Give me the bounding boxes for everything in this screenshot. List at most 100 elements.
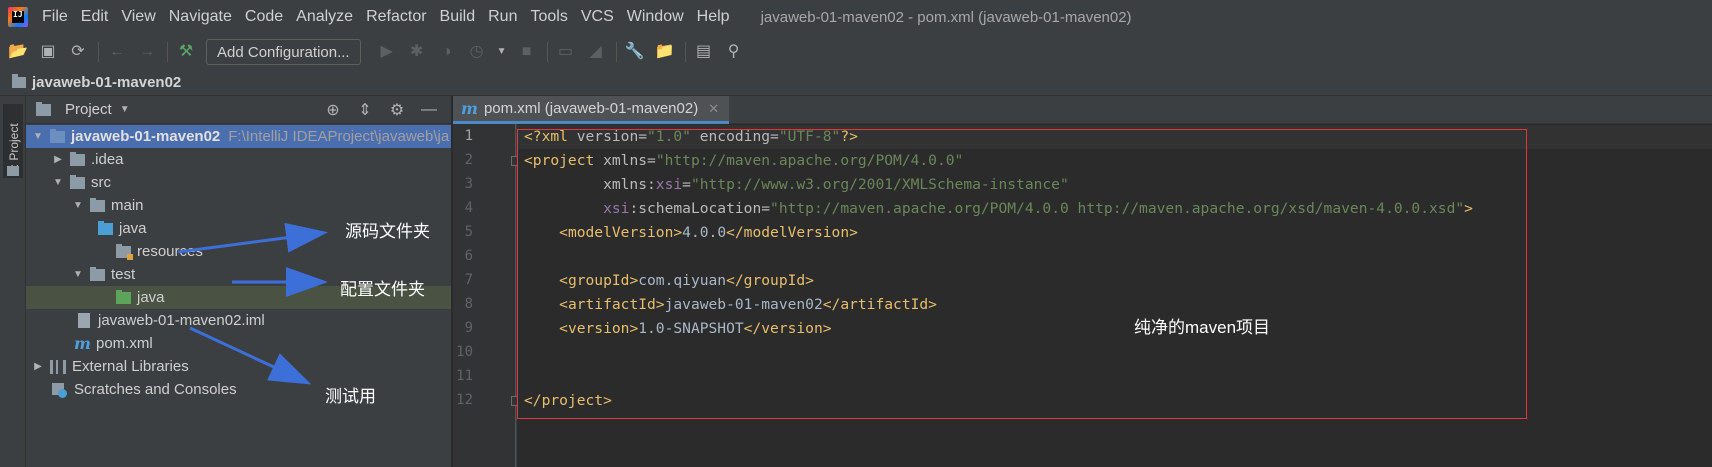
code-line-9: <version>1.0-SNAPSHOT</version> [559, 320, 832, 337]
line-number: 10 [456, 344, 473, 360]
tree-item-label: javaweb-01-maven02 [71, 128, 221, 145]
line-number: 7 [464, 272, 473, 288]
chevron-down-icon[interactable]: ▼ [72, 200, 84, 211]
menu-window[interactable]: Window [627, 8, 684, 26]
attach-debugger-icon[interactable]: ▭ [556, 42, 576, 62]
profile-icon[interactable]: ◷ [467, 42, 487, 62]
source-root-folder-icon [98, 220, 113, 235]
tree-item-path: F:\IntelliJ IDEAProject\javaweb\ja [228, 128, 450, 145]
line-number: 9 [464, 320, 473, 336]
menu-help[interactable]: Help [697, 8, 730, 26]
tree-item-label: .idea [91, 151, 124, 168]
breadcrumb-project[interactable]: javaweb-01-maven02 [32, 74, 181, 91]
menu-build[interactable]: Build [440, 8, 476, 26]
maven-file-icon: m [74, 334, 91, 353]
tree-item-label: test [111, 266, 136, 283]
menu-refactor[interactable]: Refactor [366, 8, 426, 26]
project-view-selector[interactable]: Project [65, 101, 112, 118]
tree-item-scratches[interactable]: Scratches and Consoles [26, 378, 451, 401]
sync-icon[interactable]: ⟳ [68, 42, 88, 62]
menu-navigate[interactable]: Navigate [169, 8, 232, 26]
tree-item-resources[interactable]: resources [26, 240, 451, 263]
back-arrow-icon[interactable]: ← [107, 42, 127, 62]
menu-view[interactable]: View [121, 8, 155, 26]
menu-vcs[interactable]: VCS [581, 8, 614, 26]
tree-item-pom[interactable]: m pom.xml [26, 332, 451, 355]
menu-bar: IJ File Edit View Navigate Code Analyze … [0, 0, 1712, 34]
maven-file-icon: m [461, 99, 478, 118]
build-project-icon[interactable]: ◢ [586, 42, 606, 62]
tree-item-label: main [111, 197, 144, 214]
toolbar-separator [615, 42, 617, 62]
search-icon[interactable]: ⚲ [724, 42, 744, 62]
line-number: 5 [464, 224, 473, 240]
editor-gutter: 1 2 3 4 5 6 7 8 9 10 11 12 [453, 124, 519, 467]
toolbar-separator [684, 42, 686, 62]
breadcrumb: javaweb-01-maven02 [0, 70, 1712, 96]
chevron-down-icon[interactable]: ▼ [72, 269, 84, 280]
stop-icon[interactable]: ■ [517, 42, 537, 62]
scratches-icon [52, 382, 68, 398]
open-folder-icon[interactable]: 📂 [8, 42, 28, 62]
tree-item-label: Scratches and Consoles [74, 381, 237, 398]
main-toolbar: 📂 ▣ ⟳ ← → ⚒ Add Configuration... ▶ ✱ ◑ ◷… [0, 34, 1712, 70]
code-editor[interactable]: <?xml version="1.0" encoding="UTF-8"?> <… [517, 124, 1712, 467]
tree-item-external-libraries[interactable]: ▶ External Libraries [26, 355, 451, 378]
folder-icon [70, 151, 85, 166]
run-icon[interactable]: ▶ [377, 42, 397, 62]
line-number: 4 [464, 200, 473, 216]
add-configuration-button[interactable]: Add Configuration... [206, 39, 361, 65]
tab-pom-xml[interactable]: m pom.xml (javaweb-01-maven02) ✕ [453, 96, 730, 124]
menu-tools[interactable]: Tools [530, 8, 567, 26]
tree-item-label: resources [137, 243, 203, 260]
toolbar-separator [546, 42, 548, 62]
annotation-config-folder: 配置文件夹 [340, 280, 425, 299]
gear-icon[interactable]: ⚙ [387, 100, 407, 120]
code-line-12: </project> [524, 392, 612, 409]
left-tool-strip: 1: Project [0, 96, 26, 467]
line-number: 11 [456, 368, 473, 384]
test-root-folder-icon [116, 289, 131, 304]
tree-item-src[interactable]: ▼ src [26, 171, 451, 194]
chevron-down-icon[interactable]: ▼ [32, 131, 44, 142]
menu-edit[interactable]: Edit [81, 8, 109, 26]
tree-item-idea[interactable]: ▶ .idea [26, 148, 451, 171]
folder-icon [70, 174, 85, 189]
coverage-icon[interactable]: ◑ [437, 42, 457, 62]
code-line-5: <modelVersion>4.0.0</modelVersion> [559, 224, 858, 241]
chevron-down-icon[interactable]: ▼ [120, 104, 130, 115]
save-icon[interactable]: ▣ [38, 42, 58, 62]
code-line-1: <?xml version="1.0" encoding="UTF-8"?> [517, 125, 1712, 149]
line-number: 2 [464, 152, 473, 168]
chevron-right-icon[interactable]: ▶ [52, 154, 64, 165]
tree-item-label: src [91, 174, 111, 191]
tree-item-main[interactable]: ▼ main [26, 194, 451, 217]
tree-item-label: java [119, 220, 147, 237]
toolbar-separator [98, 42, 99, 62]
tree-item-root-module[interactable]: ▼ javaweb-01-maven02 F:\IntelliJ IDEAPro… [26, 125, 451, 148]
project-structure-icon[interactable]: 📁 [655, 42, 675, 62]
locate-target-icon[interactable]: ⊕ [323, 100, 343, 120]
annotation-pure-maven: 纯净的maven项目 [1134, 318, 1271, 337]
menu-run[interactable]: Run [488, 8, 517, 26]
debug-icon[interactable]: ✱ [407, 42, 427, 62]
forward-arrow-icon[interactable]: → [137, 42, 157, 62]
menu-analyze[interactable]: Analyze [296, 8, 353, 26]
chevron-right-icon[interactable]: ▶ [32, 361, 44, 372]
code-line-3: xmlns:xsi="http://www.w3.org/2001/XMLSch… [603, 176, 1069, 193]
menu-file[interactable]: File [42, 8, 68, 26]
chevron-down-icon[interactable]: ▼ [52, 177, 64, 188]
annotation-test-use: 测试用 [325, 387, 376, 406]
menu-code[interactable]: Code [245, 8, 283, 26]
close-icon[interactable]: ✕ [708, 101, 719, 117]
run-dropdown-caret-icon[interactable]: ▼ [497, 42, 507, 62]
collapse-all-icon[interactable]: ⇕ [355, 100, 375, 120]
tree-item-label: java [137, 289, 165, 306]
settings-wrench-icon[interactable]: 🔧 [625, 42, 645, 62]
tree-item-iml[interactable]: javaweb-01-maven02.iml [26, 309, 451, 332]
build-hammer-icon[interactable]: ⚒ [176, 42, 196, 62]
tree-item-label: pom.xml [96, 335, 153, 352]
project-tool-folder-icon [7, 166, 19, 176]
hide-minus-icon[interactable]: — [419, 100, 439, 120]
terminal-icon[interactable]: ▤ [694, 42, 714, 62]
